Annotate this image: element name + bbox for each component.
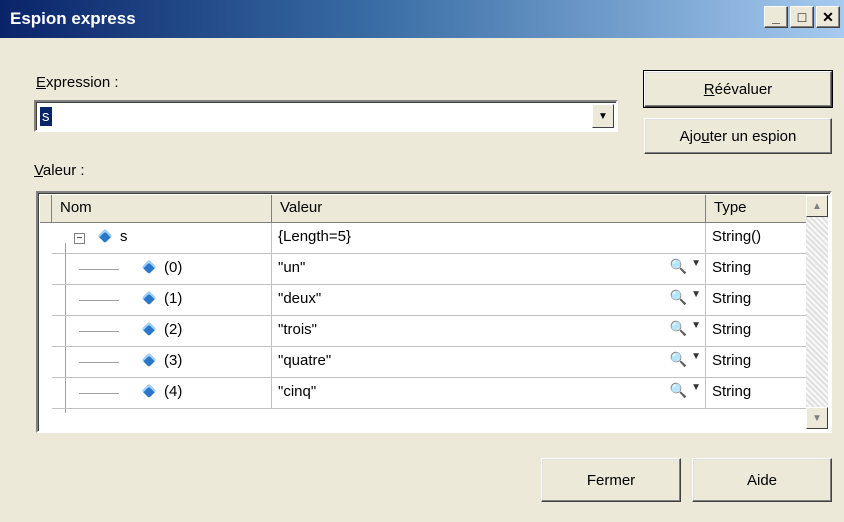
- tree-line: [79, 362, 119, 363]
- magnifier-icon[interactable]: 🔍: [670, 382, 687, 399]
- column-header-value[interactable]: Valeur: [272, 195, 706, 223]
- column-header-type[interactable]: Type: [706, 195, 810, 223]
- value-text: "cinq": [278, 383, 317, 400]
- variable-icon: [141, 290, 157, 306]
- expression-combo[interactable]: s ▼: [34, 100, 618, 132]
- chevron-down-icon[interactable]: ▼: [691, 289, 701, 300]
- tree-line: [79, 300, 119, 301]
- name-cell: (0): [52, 254, 272, 285]
- variable-icon: [141, 352, 157, 368]
- variable-icon: [141, 383, 157, 399]
- value-cell[interactable]: {Length=5}: [272, 223, 706, 254]
- name-text: (3): [164, 352, 183, 369]
- maximize-button[interactable]: □: [790, 6, 814, 28]
- table-row[interactable]: (1) "deux" 🔍 ▼ String: [40, 285, 810, 316]
- variable-icon: [141, 259, 157, 275]
- expression-value[interactable]: s: [40, 107, 52, 126]
- value-text: "quatre": [278, 352, 332, 369]
- table-row[interactable]: (2) "trois" 🔍 ▼ String: [40, 316, 810, 347]
- chevron-down-icon[interactable]: ▼: [691, 351, 701, 362]
- type-cell: String: [706, 347, 810, 378]
- name-cell: (4): [52, 378, 272, 409]
- table-row[interactable]: (0) "un" 🔍 ▼ String: [40, 254, 810, 285]
- variable-icon: [141, 321, 157, 337]
- close-button[interactable]: Fermer: [541, 458, 681, 502]
- table-row[interactable]: − s {Length=5} String(): [40, 223, 810, 254]
- chevron-down-icon[interactable]: ▼: [592, 104, 614, 128]
- magnifier-icon[interactable]: 🔍: [670, 258, 687, 275]
- value-cell[interactable]: "quatre" 🔍 ▼: [272, 347, 706, 378]
- vertical-scrollbar[interactable]: ▲ ▼: [806, 195, 828, 429]
- add-watch-button[interactable]: Ajo u ter un espion: [644, 118, 832, 154]
- title-bar[interactable]: Espion express _ □ ✕: [0, 0, 844, 38]
- type-cell: String: [706, 285, 810, 316]
- chevron-down-icon[interactable]: ▼: [691, 258, 701, 269]
- type-cell: String(): [706, 223, 810, 254]
- magnifier-icon[interactable]: 🔍: [670, 289, 687, 306]
- table-row[interactable]: (4) "cinq" 🔍 ▼ String: [40, 378, 810, 409]
- window-title: Espion express: [10, 9, 136, 28]
- value-text: "un": [278, 259, 306, 276]
- tree-line: [79, 393, 119, 394]
- variable-icon: [97, 228, 113, 244]
- value-cell[interactable]: "cinq" 🔍 ▼: [272, 378, 706, 409]
- chevron-down-icon[interactable]: ▼: [691, 382, 701, 393]
- name-text: (2): [164, 321, 183, 338]
- value-text: "deux": [278, 290, 322, 307]
- scroll-down-icon[interactable]: ▼: [806, 407, 828, 429]
- name-text: (4): [164, 383, 183, 400]
- minimize-button[interactable]: _: [764, 6, 788, 28]
- scroll-up-icon[interactable]: ▲: [806, 195, 828, 217]
- name-text: s: [120, 228, 128, 245]
- watch-grid[interactable]: Nom Valeur Type − s {Length=5} String() …: [36, 191, 832, 433]
- type-cell: String: [706, 378, 810, 409]
- name-text: (1): [164, 290, 183, 307]
- value-label: Valeur :: [34, 162, 85, 179]
- chevron-down-icon[interactable]: ▼: [691, 320, 701, 331]
- magnifier-icon[interactable]: 🔍: [670, 351, 687, 368]
- tree-line: [79, 331, 119, 332]
- collapse-toggle[interactable]: −: [74, 233, 85, 244]
- table-row[interactable]: (3) "quatre" 🔍 ▼ String: [40, 347, 810, 378]
- close-window-button[interactable]: ✕: [816, 6, 840, 28]
- type-cell: String: [706, 316, 810, 347]
- type-cell: String: [706, 254, 810, 285]
- value-cell[interactable]: "deux" 🔍 ▼: [272, 285, 706, 316]
- column-header-name[interactable]: Nom: [52, 195, 272, 223]
- header-corner: [40, 195, 52, 223]
- magnifier-icon[interactable]: 🔍: [670, 320, 687, 337]
- name-cell: − s: [52, 223, 272, 254]
- name-cell: (3): [52, 347, 272, 378]
- name-cell: (1): [52, 285, 272, 316]
- value-text: "trois": [278, 321, 317, 338]
- name-text: (0): [164, 259, 183, 276]
- value-cell[interactable]: "trois" 🔍 ▼: [272, 316, 706, 347]
- reevaluate-button[interactable]: Réévaluer: [643, 70, 833, 108]
- tree-line: [79, 269, 119, 270]
- value-cell[interactable]: "un" 🔍 ▼: [272, 254, 706, 285]
- expression-label: Expression :: [36, 74, 119, 91]
- name-cell: (2): [52, 316, 272, 347]
- help-button[interactable]: Aide: [692, 458, 832, 502]
